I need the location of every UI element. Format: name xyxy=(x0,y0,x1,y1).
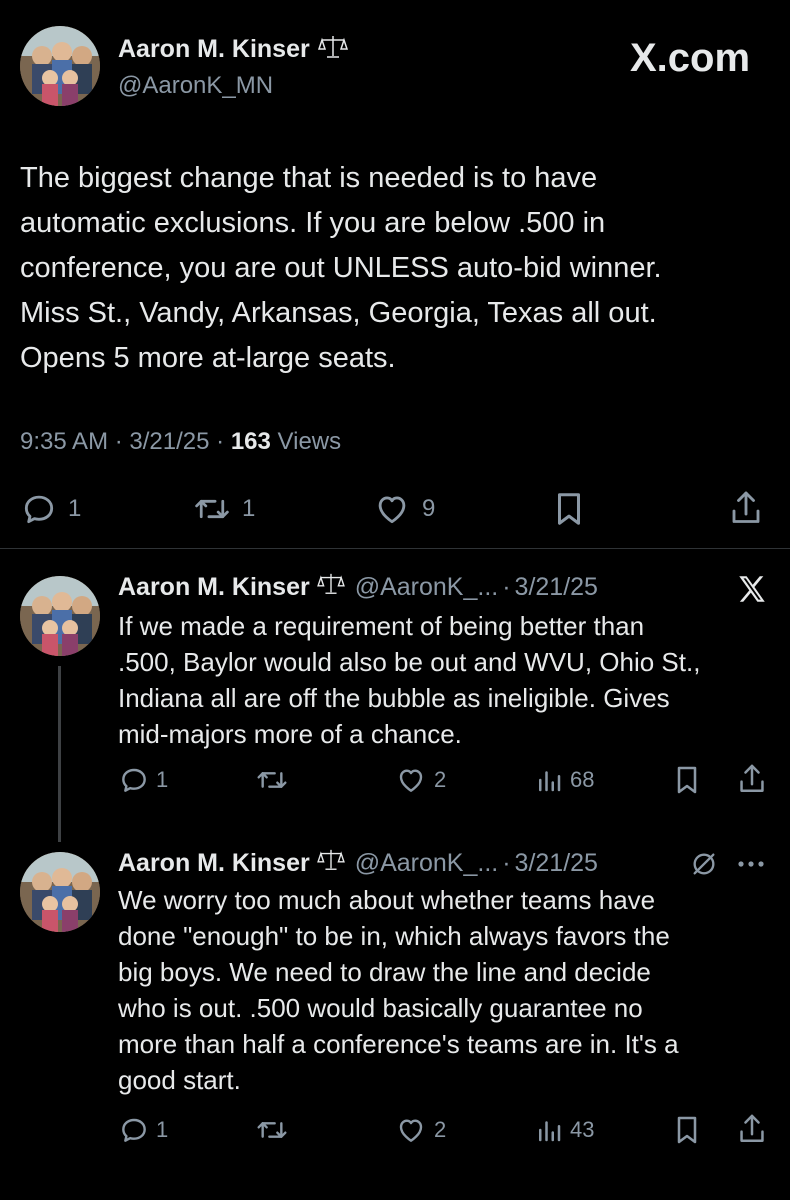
analytics-icon xyxy=(534,764,564,796)
like-count: 2 xyxy=(434,767,447,792)
retweet-icon xyxy=(254,1114,290,1146)
reply-button[interactable]: 1 xyxy=(118,764,168,796)
views-button[interactable]: 68 xyxy=(534,764,594,796)
tweet-text-line: automatic exclusions. If you are below .… xyxy=(20,207,606,239)
analytics-icon xyxy=(534,1114,564,1146)
like-button[interactable]: 2 xyxy=(394,1114,446,1146)
author-handle[interactable]: @AaronK_... xyxy=(355,849,499,878)
balance-scale-icon xyxy=(316,572,345,603)
meta-separator: · xyxy=(216,428,225,455)
tweet-text: The biggest change that is needed is to … xyxy=(20,156,662,381)
retweet-icon xyxy=(254,764,290,796)
reply-icon xyxy=(20,490,58,528)
author-name[interactable]: Aaron M. Kinser xyxy=(118,35,310,64)
reply-text-line: who is out. .500 would basically guarant… xyxy=(118,993,643,1023)
like-button[interactable]: 2 xyxy=(394,764,446,796)
heart-icon xyxy=(372,490,412,528)
share-button[interactable] xyxy=(728,488,764,533)
reply-text-line: mid-majors more of a chance. xyxy=(118,719,462,749)
reply-text: We worry too much about whether teams ha… xyxy=(118,882,679,1098)
author-name[interactable]: Aaron M. Kinser xyxy=(118,849,310,878)
share-button[interactable] xyxy=(736,762,768,801)
reply-icon xyxy=(118,1114,150,1146)
bookmark-button[interactable] xyxy=(552,490,586,533)
reply-count: 1 xyxy=(68,495,82,522)
retweet-icon xyxy=(192,490,232,528)
tweet-text-line: The biggest change that is needed is to … xyxy=(20,162,598,194)
tweet-meta: 9:35 AM · 3/21/25 · 163 Views xyxy=(20,428,341,456)
reply-count: 1 xyxy=(156,767,169,792)
reply-text-line: more than half a conference's teams are … xyxy=(118,1029,679,1059)
x-logo-icon xyxy=(734,572,770,611)
share-button[interactable] xyxy=(736,1112,768,1151)
bookmark-icon xyxy=(672,766,702,800)
avatar[interactable] xyxy=(20,852,100,932)
retweet-count: 1 xyxy=(242,495,256,522)
thread-line xyxy=(58,666,61,842)
views-button[interactable]: 43 xyxy=(534,1114,594,1146)
retweet-button[interactable] xyxy=(254,764,300,796)
avatar[interactable] xyxy=(20,576,100,656)
reply-icon xyxy=(118,764,150,796)
reply-date[interactable]: 3/21/25 xyxy=(515,849,598,878)
share-icon xyxy=(736,1114,768,1150)
reply-text: If we made a requirement of being better… xyxy=(118,608,700,752)
views-count: 68 xyxy=(570,767,595,792)
divider xyxy=(0,548,790,549)
share-icon xyxy=(736,764,768,800)
author-handle[interactable]: @AaronK_... xyxy=(355,573,499,602)
bookmark-icon xyxy=(552,493,586,532)
retweet-button[interactable]: 1 xyxy=(192,490,255,528)
reply-date[interactable]: 3/21/25 xyxy=(515,573,598,602)
grok-icon[interactable] xyxy=(690,850,718,883)
tweet-time[interactable]: 9:35 AM xyxy=(20,428,108,455)
bookmark-icon xyxy=(672,1116,702,1150)
bookmark-button[interactable] xyxy=(672,1114,702,1151)
reply-header: Aaron M. Kinser @AaronK_... · 3/21/25 xyxy=(118,572,598,603)
views-label: Views xyxy=(277,428,342,455)
reply-text-line: Indiana all are off the bubble as inelig… xyxy=(118,683,670,713)
views-count: 163 xyxy=(230,428,271,455)
author-row: Aaron M. Kinser xyxy=(118,34,348,65)
reply-button[interactable]: 1 xyxy=(20,490,81,528)
balance-scale-icon xyxy=(317,34,348,65)
reply-text-line: done "enough" to be in, which always fav… xyxy=(118,921,670,951)
views-count: 43 xyxy=(570,1117,595,1142)
tweet-date[interactable]: 3/21/25 xyxy=(129,428,209,455)
bookmark-button[interactable] xyxy=(672,764,702,801)
reply-button[interactable]: 1 xyxy=(118,1114,168,1146)
x-com-watermark: X.com xyxy=(630,36,751,80)
retweet-button[interactable] xyxy=(254,1114,300,1146)
meta-separator: · xyxy=(114,428,123,455)
author-handle[interactable]: @AaronK_MN xyxy=(118,72,273,100)
balance-scale-icon xyxy=(316,848,345,879)
share-icon xyxy=(728,491,764,532)
avatar[interactable] xyxy=(20,26,100,106)
heart-icon xyxy=(394,1114,428,1146)
reply-header: Aaron M. Kinser @AaronK_... · 3/21/25 xyxy=(118,848,598,879)
like-button[interactable]: 9 xyxy=(372,490,435,528)
more-options-icon[interactable] xyxy=(734,852,768,881)
author-name[interactable]: Aaron M. Kinser xyxy=(118,573,310,602)
tweet-text-line: conference, you are out UNLESS auto-bid … xyxy=(20,252,662,284)
reply-text-line: .500, Baylor would also be out and WVU, … xyxy=(118,647,701,677)
meta-separator: · xyxy=(502,573,511,601)
reply-count: 1 xyxy=(156,1117,169,1142)
meta-separator: · xyxy=(502,849,511,877)
tweet-text-line: Miss St., Vandy, Arkansas, Georgia, Texa… xyxy=(20,297,657,329)
reply-text-line: We worry too much about whether teams ha… xyxy=(118,885,656,915)
reply-text-line: good start. xyxy=(118,1065,241,1095)
tweet-text-line: Opens 5 more at-large seats. xyxy=(20,342,396,374)
like-count: 2 xyxy=(434,1117,447,1142)
reply-text-line: If we made a requirement of being better… xyxy=(118,611,645,641)
reply-text-line: big boys. We need to draw the line and d… xyxy=(118,957,651,987)
heart-icon xyxy=(394,764,428,796)
like-count: 9 xyxy=(422,495,436,522)
